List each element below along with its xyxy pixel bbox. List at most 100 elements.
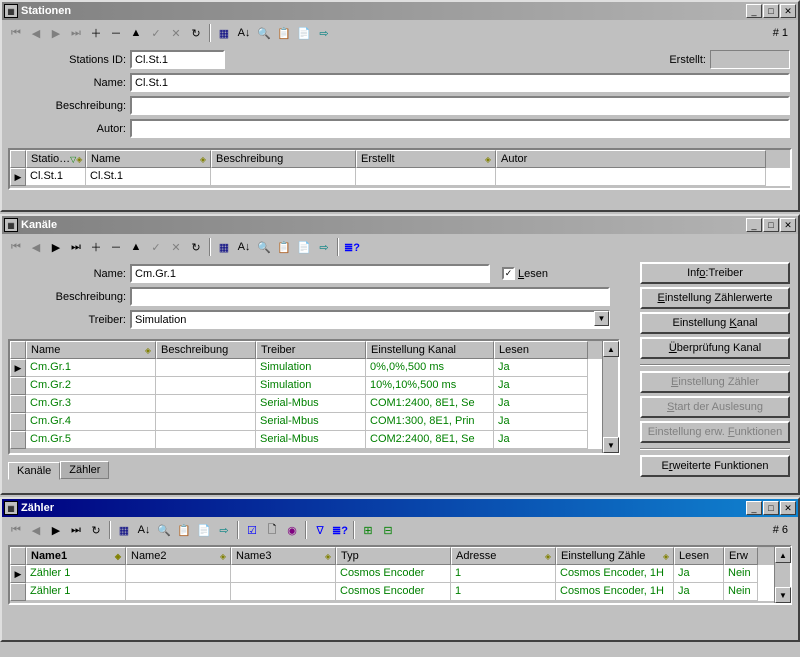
dropdown-arrow-icon[interactable]: ▼ <box>594 311 609 326</box>
nav-next-icon[interactable]: ▶ <box>46 23 66 43</box>
filter-icon[interactable]: ∇ <box>310 520 330 540</box>
maximize-button[interactable]: □ <box>763 218 779 232</box>
close-button[interactable]: ✕ <box>780 218 796 232</box>
info-treiber-button[interactable]: Info:Treiber <box>640 262 790 284</box>
treiber-select[interactable] <box>130 310 610 329</box>
ueberpruefung-kanal-button[interactable]: Überprüfung Kanal <box>640 337 790 359</box>
new-icon[interactable]: 🗋 <box>262 520 282 540</box>
nav-prev-icon[interactable]: ◀ <box>26 520 46 540</box>
tab-zahler[interactable]: Zähler <box>60 461 109 479</box>
copy-icon[interactable]: 📋 <box>274 237 294 257</box>
col-name2[interactable]: Name2◈ <box>126 547 231 565</box>
table-row[interactable]: Cm.Gr.4 Serial-Mbus COM1:300, 8E1, Prin … <box>10 413 618 431</box>
grid-icon[interactable]: ▦ <box>214 23 234 43</box>
maximize-button[interactable]: □ <box>763 501 779 515</box>
export-icon[interactable]: ⇨ <box>314 23 334 43</box>
scroll-up-icon[interactable]: ▲ <box>775 547 791 563</box>
col-name1[interactable]: Name1◈ <box>26 547 126 565</box>
paste-icon[interactable]: 📄 <box>194 520 214 540</box>
col-lesen[interactable]: Lesen <box>674 547 724 565</box>
kanal-beschreibung-input[interactable] <box>130 287 610 306</box>
delete-icon[interactable]: － <box>106 237 126 257</box>
sort-icon[interactable]: A↓ <box>234 237 254 257</box>
scroll-up-icon[interactable]: ▲ <box>603 341 619 357</box>
nav-last-icon[interactable]: ⏭ <box>66 23 86 43</box>
minimize-button[interactable]: _ <box>746 4 762 18</box>
table-row[interactable]: Zähler 1 Cosmos Encoder 1 Cosmos Encoder… <box>10 583 790 601</box>
search-icon[interactable]: 🔍 <box>154 520 174 540</box>
col-name[interactable]: Name◈ <box>26 341 156 359</box>
maximize-button[interactable]: □ <box>763 4 779 18</box>
search-icon[interactable]: 🔍 <box>254 237 274 257</box>
col-adresse[interactable]: Adresse◈ <box>451 547 556 565</box>
col-erw[interactable]: Erw <box>724 547 758 565</box>
export-icon[interactable]: ⇨ <box>314 237 334 257</box>
col-name[interactable]: Name◈ <box>86 150 211 168</box>
nav-next-icon[interactable]: ▶ <box>46 520 66 540</box>
paste-icon[interactable]: 📄 <box>294 23 314 43</box>
scroll-down-icon[interactable]: ▼ <box>603 437 619 453</box>
minimize-button[interactable]: _ <box>746 501 762 515</box>
add-icon[interactable]: ＋ <box>86 237 106 257</box>
col-treiber[interactable]: Treiber <box>256 341 366 359</box>
table-row[interactable]: Cm.Gr.5 Serial-Mbus COM2:2400, 8E1, Se J… <box>10 431 618 449</box>
autor-input[interactable] <box>130 119 790 138</box>
add-icon[interactable]: ＋ <box>86 23 106 43</box>
col-beschreibung[interactable]: Beschreibung <box>156 341 256 359</box>
sort-icon[interactable]: A↓ <box>234 23 254 43</box>
lesen-checkbox[interactable]: ✓ <box>502 267 515 280</box>
nav-last-icon[interactable]: ⏭ <box>66 520 86 540</box>
tab-kanale[interactable]: Kanäle <box>8 462 60 480</box>
col-name3[interactable]: Name3◈ <box>231 547 336 565</box>
nav-last-icon[interactable]: ⏭ <box>66 237 86 257</box>
einst-kanal-button[interactable]: Einstellung Kanal <box>640 312 790 334</box>
help-icon[interactable]: ≣? <box>342 237 362 257</box>
table-row[interactable]: Cm.Gr.2 Simulation 10%,10%,500 ms Ja <box>10 377 618 395</box>
copy-icon[interactable]: 📋 <box>274 23 294 43</box>
col-beschreibung[interactable]: Beschreibung <box>211 150 356 168</box>
col-erstellt[interactable]: Erstellt◈ <box>356 150 496 168</box>
table-row[interactable]: ▶ Cl.St.1 Cl.St.1 <box>10 168 790 186</box>
search-icon[interactable]: 🔍 <box>254 23 274 43</box>
nav-prev-icon[interactable]: ◀ <box>26 23 46 43</box>
tool-icon[interactable]: ◉ <box>282 520 302 540</box>
erw-funktionen-button[interactable]: Erweiterte Funktionen <box>640 455 790 477</box>
nav-next-icon[interactable]: ▶ <box>46 237 66 257</box>
edit-icon[interactable]: ▲ <box>126 23 146 43</box>
kanal-name-input[interactable] <box>130 264 490 283</box>
grid-icon[interactable]: ▦ <box>214 237 234 257</box>
delete-icon[interactable]: － <box>106 23 126 43</box>
col-lesen[interactable]: Lesen <box>494 341 588 359</box>
col-typ[interactable]: Typ <box>336 547 451 565</box>
stations-id-input[interactable] <box>130 50 225 69</box>
grid-icon[interactable]: ▦ <box>114 520 134 540</box>
table-row[interactable]: ▶ Zähler 1 Cosmos Encoder 1 Cosmos Encod… <box>10 565 790 583</box>
col-autor[interactable]: Autor <box>496 150 766 168</box>
check-icon[interactable]: ☑ <box>242 520 262 540</box>
table-row[interactable]: ▶ Cm.Gr.1 Simulation 0%,0%,500 ms Ja <box>10 359 618 377</box>
cancel-icon[interactable]: ✕ <box>166 23 186 43</box>
close-button[interactable]: ✕ <box>780 501 796 515</box>
cancel-icon[interactable]: ✕ <box>166 237 186 257</box>
paste-icon[interactable]: 📄 <box>294 237 314 257</box>
nav-first-icon[interactable]: ⏮ <box>6 237 26 257</box>
close-button[interactable]: ✕ <box>780 4 796 18</box>
sort-icon[interactable]: A↓ <box>134 520 154 540</box>
col-einst-kanal[interactable]: Einstellung Kanal <box>366 341 494 359</box>
confirm-icon[interactable]: ✓ <box>146 23 166 43</box>
scrollbar-vertical[interactable]: ▲ ▼ <box>774 547 790 603</box>
scrollbar-vertical[interactable]: ▲ ▼ <box>602 341 618 453</box>
export-icon[interactable]: ⇨ <box>214 520 234 540</box>
refresh-icon[interactable]: ↻ <box>186 23 206 43</box>
table-row[interactable]: Cm.Gr.3 Serial-Mbus COM1:2400, 8E1, Se J… <box>10 395 618 413</box>
edit-icon[interactable]: ▲ <box>126 237 146 257</box>
confirm-icon[interactable]: ✓ <box>146 237 166 257</box>
name-input[interactable] <box>130 73 790 92</box>
beschreibung-input[interactable] <box>130 96 790 115</box>
help-icon[interactable]: ≣? <box>330 520 350 540</box>
refresh-icon[interactable]: ↻ <box>86 520 106 540</box>
nav-first-icon[interactable]: ⏮ <box>6 520 26 540</box>
col-statio[interactable]: Statio…▽◈ <box>26 150 86 168</box>
copy-icon[interactable]: 📋 <box>174 520 194 540</box>
scroll-down-icon[interactable]: ▼ <box>775 587 791 603</box>
